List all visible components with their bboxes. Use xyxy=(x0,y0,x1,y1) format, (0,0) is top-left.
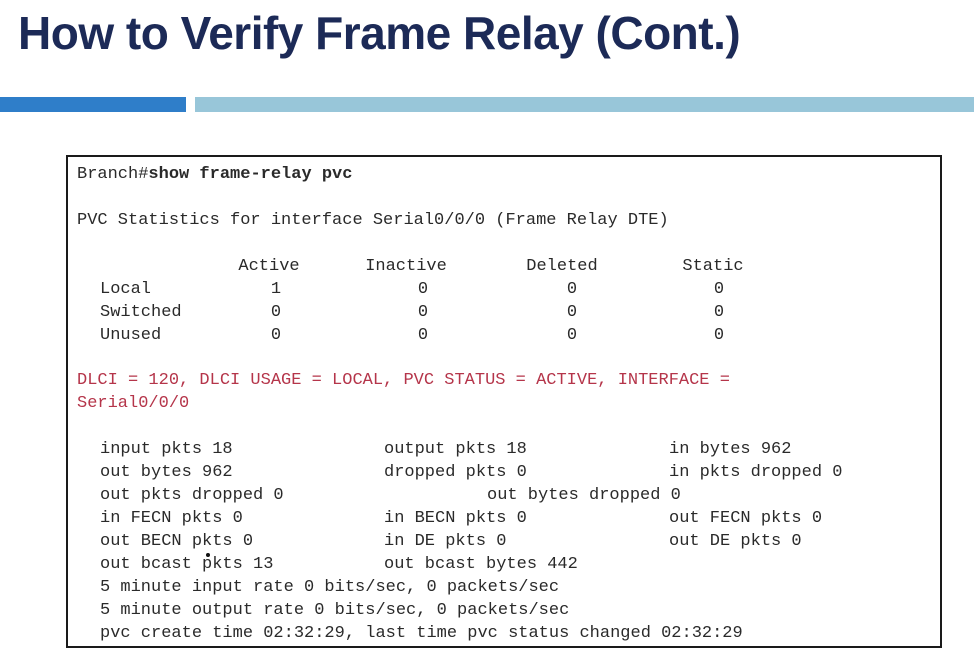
rate-input-line: 5 minute input rate 0 bits/sec, 0 packet… xyxy=(100,578,560,597)
cell-unused-static: 0 xyxy=(713,326,725,345)
counter-out-bytes-dropped: out bytes dropped 0 xyxy=(487,486,681,505)
cell-local-deleted: 0 xyxy=(566,280,578,299)
counter-in-fecn-pkts: in FECN pkts 0 xyxy=(100,509,243,528)
column-header-active: Active xyxy=(238,257,300,276)
cell-unused-deleted: 0 xyxy=(566,326,578,345)
pvc-stats-header: PVC Statistics for interface Serial0/0/0… xyxy=(77,211,669,230)
title-underline-right xyxy=(195,97,974,112)
column-header-inactive: Inactive xyxy=(365,257,447,276)
row-label-unused: Unused xyxy=(100,326,162,345)
counter-out-bcast-pkts: out bcast pkts 13 xyxy=(100,555,274,574)
pvc-create-time-line: pvc create time 02:32:29, last time pvc … xyxy=(100,624,743,643)
counter-out-bcast-bytes: out bcast bytes 442 xyxy=(384,555,578,574)
dlci-interface-line: Serial0/0/0 xyxy=(77,394,190,413)
row-label-switched: Switched xyxy=(100,303,182,322)
mouse-pointer-dot xyxy=(206,553,210,557)
counter-input-pkts: input pkts 18 xyxy=(100,440,233,459)
counter-in-bytes: in bytes 962 xyxy=(669,440,792,459)
cli-prompt: Branch# xyxy=(77,165,149,184)
column-header-static: Static xyxy=(682,257,744,276)
counter-in-pkts-dropped: in pkts dropped 0 xyxy=(669,463,843,482)
cell-switched-inactive: 0 xyxy=(417,303,429,322)
column-header-deleted: Deleted xyxy=(526,257,598,276)
cell-unused-inactive: 0 xyxy=(417,326,429,345)
cell-switched-deleted: 0 xyxy=(566,303,578,322)
dlci-status-line: DLCI = 120, DLCI USAGE = LOCAL, PVC STAT… xyxy=(77,371,730,390)
counter-dropped-pkts: dropped pkts 0 xyxy=(384,463,527,482)
slide-title: How to Verify Frame Relay (Cont.) xyxy=(18,7,741,59)
counter-out-de-pkts: out DE pkts 0 xyxy=(669,532,802,551)
counter-out-pkts-dropped: out pkts dropped 0 xyxy=(100,486,284,505)
counter-out-bytes: out bytes 962 xyxy=(100,463,233,482)
counter-output-pkts: output pkts 18 xyxy=(384,440,527,459)
row-label-local: Local xyxy=(100,280,152,299)
counter-in-de-pkts: in DE pkts 0 xyxy=(384,532,507,551)
cell-local-inactive: 0 xyxy=(417,280,429,299)
counter-out-becn-pkts: out BECN pkts 0 xyxy=(100,532,254,551)
cli-command: show frame-relay pvc xyxy=(148,165,353,184)
rate-output-line: 5 minute output rate 0 bits/sec, 0 packe… xyxy=(100,601,570,620)
cell-unused-active: 0 xyxy=(270,326,282,345)
title-underline-left xyxy=(0,97,186,112)
cell-switched-active: 0 xyxy=(270,303,282,322)
counter-in-becn-pkts: in BECN pkts 0 xyxy=(384,509,527,528)
cell-local-active: 1 xyxy=(270,280,282,299)
counter-out-fecn-pkts: out FECN pkts 0 xyxy=(669,509,823,528)
cli-command-line: Branch#show frame-relay pvc xyxy=(77,165,352,185)
cell-switched-static: 0 xyxy=(713,303,725,322)
cell-local-static: 0 xyxy=(713,280,725,299)
